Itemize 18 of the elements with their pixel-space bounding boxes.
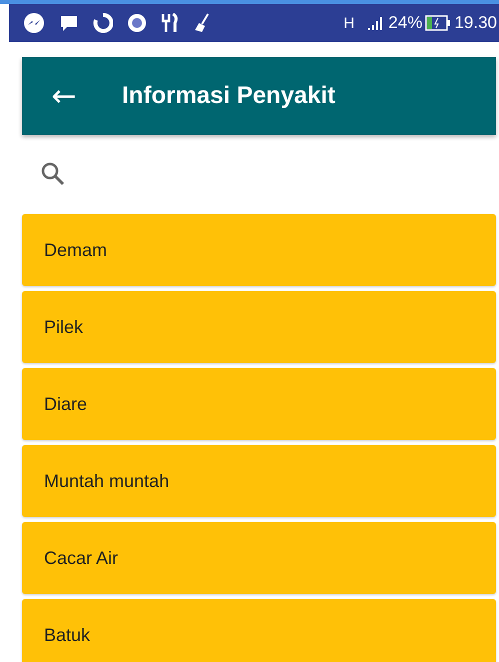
back-button[interactable]: ← bbox=[48, 78, 80, 114]
network-type: H bbox=[344, 14, 354, 32]
search-icon bbox=[40, 161, 66, 187]
broom-icon bbox=[193, 13, 211, 33]
disease-item[interactable]: Pilek bbox=[22, 291, 496, 363]
disease-item[interactable]: Cacar Air bbox=[22, 522, 496, 594]
chat-icon bbox=[59, 13, 79, 33]
disease-item[interactable]: Diare bbox=[22, 368, 496, 440]
refresh-icon bbox=[93, 13, 113, 33]
clock: 19.30 bbox=[454, 13, 497, 33]
disease-item[interactable]: Demam bbox=[22, 214, 496, 286]
battery-percent: 24% bbox=[388, 13, 422, 33]
app-title: Informasi Penyakit bbox=[122, 82, 336, 110]
battery-icon bbox=[425, 15, 452, 31]
fork-knife-icon bbox=[161, 13, 179, 33]
disease-item[interactable]: Muntah muntah bbox=[22, 445, 496, 517]
circle-icon bbox=[127, 13, 147, 33]
disease-item[interactable]: Batuk bbox=[22, 599, 496, 662]
